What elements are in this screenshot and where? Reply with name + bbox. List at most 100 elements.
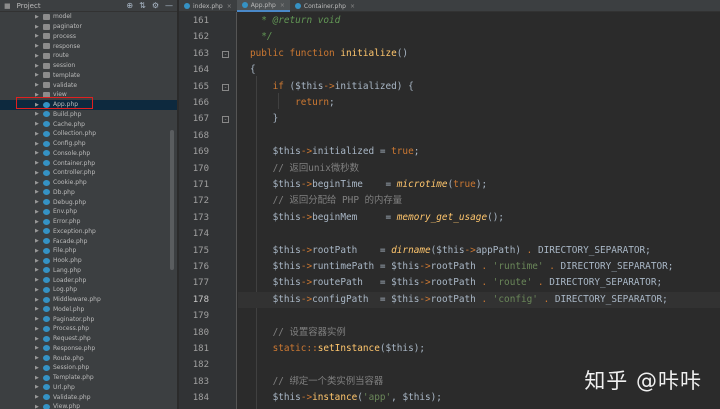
tree-item[interactable]: ▶ Paginator.php — [0, 314, 177, 324]
tree-item[interactable]: ▶ Controller.php — [0, 168, 177, 178]
expand-arrow-icon[interactable]: ▶ — [35, 336, 41, 342]
expand-arrow-icon[interactable]: ▶ — [35, 160, 41, 166]
expand-arrow-icon[interactable]: ▶ — [35, 53, 41, 59]
tree-item[interactable]: ▶ Debug.php — [0, 197, 177, 207]
tree-item[interactable]: ▶ process — [0, 32, 177, 42]
code-line[interactable]: $this->initialized = true; — [238, 144, 720, 160]
hide-icon[interactable]: — — [165, 1, 173, 11]
expand-arrow-icon[interactable]: ▶ — [35, 258, 41, 264]
expand-arrow-icon[interactable]: ▶ — [35, 111, 41, 117]
tree-item[interactable]: ▶ Exception.php — [0, 227, 177, 237]
sidebar-scrollbar[interactable] — [170, 130, 174, 270]
code-line[interactable]: return; — [238, 95, 720, 111]
expand-arrow-icon[interactable]: ▶ — [35, 63, 41, 69]
expand-arrow-icon[interactable]: ▶ — [35, 287, 41, 293]
tree-item[interactable]: ▶ File.php — [0, 246, 177, 256]
expand-arrow-icon[interactable]: ▶ — [35, 277, 41, 283]
tree-item[interactable]: ▶ Env.php — [0, 207, 177, 217]
tree-item[interactable]: ▶ Session.php — [0, 363, 177, 373]
tree-item[interactable]: ▶ View.php — [0, 402, 177, 409]
expand-arrow-icon[interactable]: ▶ — [35, 82, 41, 88]
expand-arrow-icon[interactable]: ▶ — [35, 121, 41, 127]
tree-item[interactable]: ▶ Lang.php — [0, 266, 177, 276]
expand-arrow-icon[interactable]: ▶ — [35, 131, 41, 137]
tree-item[interactable]: ▶ Facade.php — [0, 236, 177, 246]
tree-item[interactable]: ▶ Console.php — [0, 149, 177, 159]
tree-item[interactable]: ▶ Process.php — [0, 324, 177, 334]
expand-arrow-icon[interactable]: ▶ — [35, 170, 41, 176]
expand-arrow-icon[interactable]: ▶ — [35, 33, 41, 39]
tree-item[interactable]: ▶ Middleware.php — [0, 295, 177, 305]
tree-item[interactable]: ▶ route — [0, 51, 177, 61]
expand-arrow-icon[interactable]: ▶ — [35, 267, 41, 273]
code-line[interactable]: if ($this->initialized) { — [238, 79, 720, 95]
editor-tab[interactable]: Container.php × — [290, 0, 360, 12]
expand-arrow-icon[interactable]: ▶ — [35, 238, 41, 244]
code-line[interactable]: // 返回unix微秒数 — [238, 161, 720, 177]
tree-item[interactable]: ▶ Cookie.php — [0, 178, 177, 188]
expand-arrow-icon[interactable]: ▶ — [35, 72, 41, 78]
tree-item[interactable]: ▶ Url.php — [0, 383, 177, 393]
fold-marker-icon[interactable]: - — [222, 83, 229, 91]
gear-icon[interactable]: ⚙ — [152, 1, 159, 11]
tree-item[interactable]: ▶ Build.php — [0, 110, 177, 120]
tree-item[interactable]: ▶ Model.php — [0, 305, 177, 315]
expand-arrow-icon[interactable]: ▶ — [35, 141, 41, 147]
expand-arrow-icon[interactable]: ▶ — [35, 394, 41, 400]
tree-item[interactable]: ▶ Collection.php — [0, 129, 177, 139]
code-editor[interactable]: * @return void */ public function initial… — [238, 12, 720, 409]
code-line[interactable] — [238, 128, 720, 144]
fold-marker-icon[interactable]: - — [222, 50, 229, 58]
expand-arrow-icon[interactable]: ▶ — [35, 365, 41, 371]
tree-item[interactable]: ▶ validate — [0, 80, 177, 90]
tree-item[interactable]: ▶ paginator — [0, 22, 177, 32]
expand-arrow-icon[interactable]: ▶ — [35, 180, 41, 186]
code-line[interactable] — [238, 226, 720, 242]
expand-arrow-icon[interactable]: ▶ — [35, 189, 41, 195]
code-line[interactable]: */ — [238, 29, 720, 45]
close-icon[interactable]: × — [350, 3, 355, 10]
code-line[interactable]: } — [238, 111, 720, 127]
tree-item[interactable]: ▶ Log.php — [0, 285, 177, 295]
collapse-icon[interactable]: ⇅ — [139, 1, 146, 11]
expand-arrow-icon[interactable]: ▶ — [35, 355, 41, 361]
expand-arrow-icon[interactable]: ▶ — [35, 228, 41, 234]
expand-arrow-icon[interactable]: ▶ — [35, 199, 41, 205]
tree-item[interactable]: ▶ Error.php — [0, 217, 177, 227]
expand-arrow-icon[interactable]: ▶ — [35, 404, 41, 409]
expand-arrow-icon[interactable]: ▶ — [35, 306, 41, 312]
expand-arrow-icon[interactable]: ▶ — [35, 345, 41, 351]
code-line[interactable]: { — [238, 62, 720, 78]
expand-arrow-icon[interactable]: ▶ — [35, 14, 41, 20]
tree-item[interactable]: ▶ Request.php — [0, 334, 177, 344]
code-line[interactable]: $this->beginTime = microtime(true); — [238, 177, 720, 193]
code-line[interactable]: // 返回分配给 PHP 的内存量 — [238, 193, 720, 209]
expand-arrow-icon[interactable]: ▶ — [35, 375, 41, 381]
code-line[interactable]: $this->beginMem = memory_get_usage(); — [238, 210, 720, 226]
close-icon[interactable]: × — [227, 3, 232, 10]
locate-icon[interactable]: ⊕ — [126, 1, 133, 11]
tree-item[interactable]: ▶ Route.php — [0, 353, 177, 363]
tree-item[interactable]: ▶ Loader.php — [0, 275, 177, 285]
tree-item[interactable]: ▶ Response.php — [0, 344, 177, 354]
tree-item[interactable]: ▶ response — [0, 41, 177, 51]
editor-tab[interactable]: App.php × — [236, 0, 290, 12]
tree-item[interactable]: ▶ Config.php — [0, 139, 177, 149]
tree-item[interactable]: ▶ Template.php — [0, 373, 177, 383]
code-line[interactable]: $this->routePath = $this->rootPath . 'ro… — [238, 275, 720, 291]
editor-tab[interactable]: index.php × — [179, 0, 237, 12]
tree-item[interactable]: ▶ session — [0, 61, 177, 71]
expand-arrow-icon[interactable]: ▶ — [35, 248, 41, 254]
tree-item[interactable]: ▶ Validate.php — [0, 392, 177, 402]
code-line[interactable]: static::setInstance($this); — [238, 341, 720, 357]
expand-arrow-icon[interactable]: ▶ — [35, 384, 41, 390]
expand-arrow-icon[interactable]: ▶ — [35, 316, 41, 322]
tree-item[interactable]: ▶ Hook.php — [0, 256, 177, 266]
code-line[interactable]: $this->rootPath = dirname($this->appPath… — [238, 243, 720, 259]
expand-arrow-icon[interactable]: ▶ — [35, 326, 41, 332]
expand-arrow-icon[interactable]: ▶ — [35, 297, 41, 303]
tree-item[interactable]: ▶ Db.php — [0, 188, 177, 198]
expand-arrow-icon[interactable]: ▶ — [35, 24, 41, 30]
code-line[interactable] — [238, 308, 720, 324]
expand-arrow-icon[interactable]: ▶ — [35, 43, 41, 49]
